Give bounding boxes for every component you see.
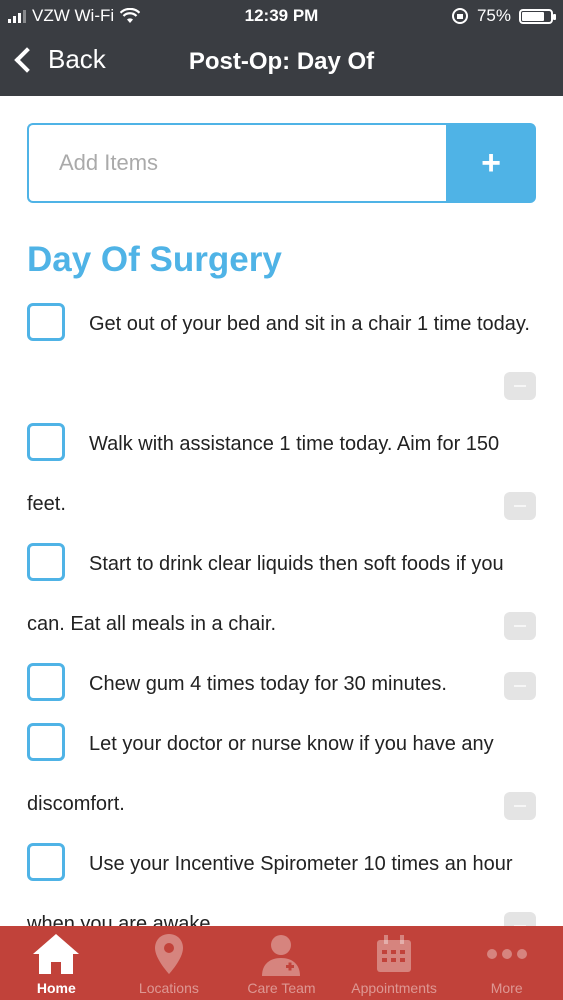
page-title: Post-Op: Day Of — [188, 48, 375, 75]
item-checkbox[interactable] — [27, 722, 65, 761]
tab-label: Appointments — [351, 980, 437, 996]
doctor-icon — [262, 935, 301, 976]
battery-percent: 75% — [476, 6, 511, 25]
tab-bar: Home Locations Care Team Appointments Mo… — [0, 926, 563, 1000]
item-text: Get out of your bed and sit in a chair 1… — [89, 313, 530, 335]
remove-item-button[interactable] — [504, 372, 536, 400]
item-text: Start to drink clear liquids then soft f… — [27, 553, 504, 635]
tab-appointments[interactable]: Appointments — [338, 926, 451, 1000]
remove-item-button[interactable] — [504, 792, 536, 820]
item-checkbox[interactable] — [27, 842, 65, 881]
item-checkbox[interactable] — [27, 662, 65, 701]
item-text: Walk with assistance 1 time today. Aim f… — [27, 433, 500, 515]
remove-item-button[interactable] — [504, 492, 536, 520]
tab-more[interactable]: More — [450, 926, 563, 1000]
tab-home[interactable]: Home — [0, 926, 113, 1000]
more-dots-icon — [486, 949, 527, 959]
calendar-icon — [377, 935, 412, 972]
item-checkbox[interactable] — [27, 302, 65, 341]
list-item: Let your doctor or nurse know if you hav… — [27, 714, 536, 834]
list-item: Walk with assistance 1 time today. Aim f… — [27, 414, 536, 534]
add-items-input[interactable] — [27, 123, 446, 203]
list-item: Get out of your bed and sit in a chair 1… — [27, 294, 536, 400]
item-checkbox[interactable] — [27, 422, 65, 461]
section-title: Day Of Surgery — [27, 240, 282, 279]
nav-bar: Back Post-Op: Day Of — [0, 34, 563, 96]
list-item: Start to drink clear liquids then soft f… — [27, 534, 536, 654]
tab-care-team[interactable]: Care Team — [225, 926, 338, 1000]
remove-item-button[interactable] — [504, 672, 536, 700]
tab-label: Locations — [138, 980, 199, 996]
item-text: Use your Incentive Spirometer 10 times a… — [27, 853, 513, 935]
home-icon — [33, 934, 80, 974]
top-bar: VZW Wi-Fi 12:39 PM 75% Back Post-Op: Day… — [0, 0, 563, 96]
orientation-lock-icon — [451, 8, 468, 24]
location-pin-icon — [154, 934, 183, 974]
tab-label: Home — [36, 980, 76, 996]
remove-item-button[interactable] — [504, 612, 536, 640]
item-text: Let your doctor or nurse know if you hav… — [27, 733, 494, 815]
add-item-button[interactable]: + — [446, 123, 536, 203]
add-items-row: + — [27, 123, 536, 203]
tab-locations[interactable]: Locations — [113, 926, 226, 1000]
battery-icon — [519, 8, 556, 24]
tab-label: Care Team — [247, 980, 316, 996]
item-checkbox[interactable] — [27, 542, 65, 581]
status-bar: VZW Wi-Fi 12:39 PM 75% — [0, 0, 563, 34]
list-item: Chew gum 4 times today for 30 minutes. — [27, 654, 536, 714]
tab-label: More — [490, 980, 523, 996]
item-text: Chew gum 4 times today for 30 minutes. — [89, 673, 447, 695]
